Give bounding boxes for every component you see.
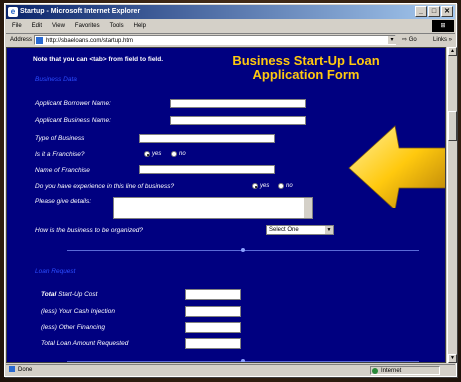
organized-label: How is the business to be organized? [35, 227, 144, 234]
title-bar: e Startup - Microsoft Internet Explorer … [6, 5, 455, 19]
yellow-arrow-icon [348, 125, 445, 208]
radio-no-label: no [286, 183, 293, 189]
loan-requested-input[interactable] [185, 338, 241, 349]
franchise-no-radio[interactable]: no [171, 151, 186, 157]
total-bold: Total [41, 291, 57, 298]
menu-edit[interactable]: Edit [32, 20, 42, 32]
section-loan-request: Loan Request [35, 268, 76, 275]
zone-text: Internet [381, 368, 402, 374]
other-financing-input[interactable] [185, 322, 241, 333]
page-icon [36, 37, 43, 44]
details-textarea[interactable] [113, 197, 313, 219]
links-button[interactable]: Links » [433, 34, 452, 47]
type-of-business-label: Type of Business [35, 135, 85, 142]
organization-select[interactable]: Select One ▼ [266, 225, 334, 235]
details-label: Please give details: [35, 198, 92, 205]
franchise-yes-radio[interactable]: yes [144, 151, 161, 157]
menu-view[interactable]: View [52, 20, 65, 32]
borrower-name-label: Applicant Borrower Name: [35, 100, 111, 107]
menu-file[interactable]: File [12, 20, 22, 32]
radio-yes-label: yes [260, 183, 270, 189]
headline-line2: Application Form [252, 67, 360, 82]
experience-yes-radio[interactable]: yes [252, 183, 269, 189]
cash-injection-label: (less) Your Cash Injection [41, 308, 115, 315]
section-business-data: Business Data [35, 76, 77, 83]
bottom-divider [67, 359, 419, 362]
cash-injection-input[interactable] [185, 306, 241, 317]
radio-no-label: no [179, 151, 186, 157]
window-title: Startup - Microsoft Internet Explorer [20, 8, 141, 15]
total-rest: Start-Up Cost [56, 291, 98, 298]
tab-note: Note that you can <tab> from field to fi… [33, 56, 164, 63]
status-text: Done [18, 367, 33, 373]
scroll-up-button[interactable]: ▲ [448, 47, 457, 56]
menu-tools[interactable]: Tools [110, 20, 124, 32]
radio-dot[interactable] [144, 151, 150, 157]
radio-dot[interactable] [278, 183, 284, 189]
minimize-button[interactable]: _ [415, 6, 427, 17]
franchise-name-label: Name of Franchise [35, 167, 90, 174]
scroll-thumb[interactable] [448, 111, 457, 141]
radio-dot[interactable] [252, 183, 258, 189]
textarea-scrollbar[interactable] [304, 198, 312, 218]
franchise-question-label: Is it a Franchise? [35, 151, 85, 158]
menu-bar: File Edit View Favorites Tools Help [6, 20, 455, 32]
select-value: Select One [269, 227, 299, 233]
divider-node [241, 359, 245, 362]
chevron-down-icon[interactable]: ▼ [325, 226, 333, 234]
divider-node [241, 248, 245, 252]
type-of-business-input[interactable] [139, 134, 275, 143]
address-dropdown-icon[interactable]: ▾ [388, 36, 396, 44]
radio-yes-label: yes [152, 151, 162, 157]
business-name-input[interactable] [170, 116, 306, 125]
address-input[interactable]: http://sbaeloans.com/startup.htm [34, 35, 396, 45]
page-done-icon [9, 366, 15, 373]
internet-globe-icon [372, 368, 378, 374]
loan-requested-label: Total Loan Amount Requested [41, 340, 129, 347]
maximize-button[interactable]: □ [428, 6, 440, 17]
security-zone: Internet [370, 366, 440, 375]
vertical-scrollbar[interactable]: ▲ ▼ [447, 47, 457, 363]
radio-dot[interactable] [171, 151, 177, 157]
windows-logo-icon: ⊞ [432, 20, 454, 32]
franchise-name-input[interactable] [139, 165, 275, 174]
menu-help[interactable]: Help [134, 20, 146, 32]
experience-no-radio[interactable]: no [278, 183, 293, 189]
address-url: http://sbaeloans.com/startup.htm [46, 38, 134, 44]
go-label: Go [408, 37, 417, 43]
borrower-name-input[interactable] [170, 99, 306, 108]
headline-line1: Business Start-Up Loan [232, 53, 380, 68]
business-name-label: Applicant Business Name: [35, 117, 111, 124]
close-button[interactable]: ✕ [441, 6, 453, 17]
scroll-down-button[interactable]: ▼ [448, 354, 457, 363]
page-headline: Business Start-Up Loan Application Form [231, 54, 381, 82]
other-financing-label: (less) Other Financing [41, 324, 105, 331]
go-button[interactable]: ⇨ Go [402, 34, 417, 47]
status-bar: Done Internet [6, 364, 455, 376]
address-bar: Address http://sbaeloans.com/startup.htm… [6, 33, 455, 47]
window-controls: _ □ ✕ [415, 6, 453, 17]
total-startup-input[interactable] [185, 289, 241, 300]
browser-window: e Startup - Microsoft Internet Explorer … [4, 3, 457, 377]
total-startup-label: Total Start-Up Cost [41, 291, 97, 298]
status-done: Done [9, 365, 32, 376]
loan-form-page: Note that you can <tab> from field to fi… [7, 48, 445, 362]
photo-background: e Startup - Microsoft Internet Explorer … [0, 0, 461, 382]
experience-label: Do you have experience in this line of b… [35, 183, 175, 190]
ie-icon: e [8, 7, 18, 17]
section-divider [67, 248, 419, 252]
page-content: Note that you can <tab> from field to fi… [6, 47, 446, 363]
address-label: Address [10, 37, 33, 43]
menu-favorites[interactable]: Favorites [75, 20, 100, 32]
